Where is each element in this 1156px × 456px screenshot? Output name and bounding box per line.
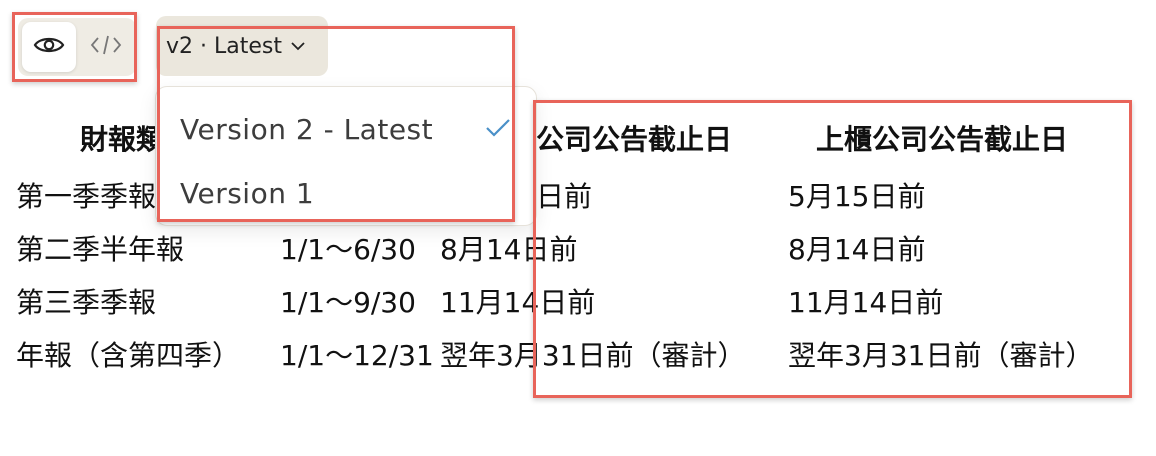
- version-label: v2 · Latest: [166, 33, 282, 59]
- table-row-label: 第一季季報: [16, 180, 157, 213]
- table-row-label: 年報（含第四季）: [16, 339, 241, 372]
- table-header-otc-deadline: 上櫃公司公告截止日: [816, 123, 1069, 156]
- table-cell: 翌年3月31日前（審計）: [788, 339, 1094, 372]
- table-header-report-type: 財報類: [80, 123, 165, 156]
- table-cell: 8月14日前: [440, 233, 578, 266]
- dropdown-item-version-2[interactable]: Version 2 - Latest: [180, 107, 520, 151]
- table-cell: 8月14日前: [788, 233, 926, 266]
- table-header-listed-deadline: 公司公告截止日: [536, 123, 733, 156]
- version-selector-button[interactable]: v2 · Latest: [156, 16, 328, 76]
- code-icon: [89, 33, 123, 61]
- dropdown-item-label: Version 1: [180, 176, 315, 210]
- table-cell: 日前: [536, 180, 593, 213]
- table-cell: 11月14日前: [440, 286, 596, 319]
- code-button[interactable]: [80, 22, 132, 72]
- version-dropdown-menu: Version 2 - Latest Version 1: [155, 86, 537, 226]
- table-cell: 11月14日前: [788, 286, 944, 319]
- table-cell: 翌年3月31日前（審計）: [440, 339, 746, 372]
- dropdown-item-label: Version 2 - Latest: [180, 112, 434, 146]
- chevron-down-icon: [290, 40, 306, 52]
- check-icon: [484, 117, 512, 143]
- table-cell: 1/1～9/30: [280, 286, 416, 319]
- table-cell: 1/1～6/30: [280, 233, 416, 266]
- table-cell: 1/1～12/31: [280, 339, 434, 372]
- table-row-label: 第三季季報: [16, 286, 157, 319]
- table-row-label: 第二季半年報: [16, 233, 185, 266]
- dropdown-item-version-1[interactable]: Version 1: [180, 171, 314, 215]
- table-cell: 5月15日前: [788, 180, 926, 213]
- view-toggle: [18, 18, 136, 76]
- eye-icon: [33, 34, 65, 60]
- preview-button[interactable]: [22, 22, 76, 72]
